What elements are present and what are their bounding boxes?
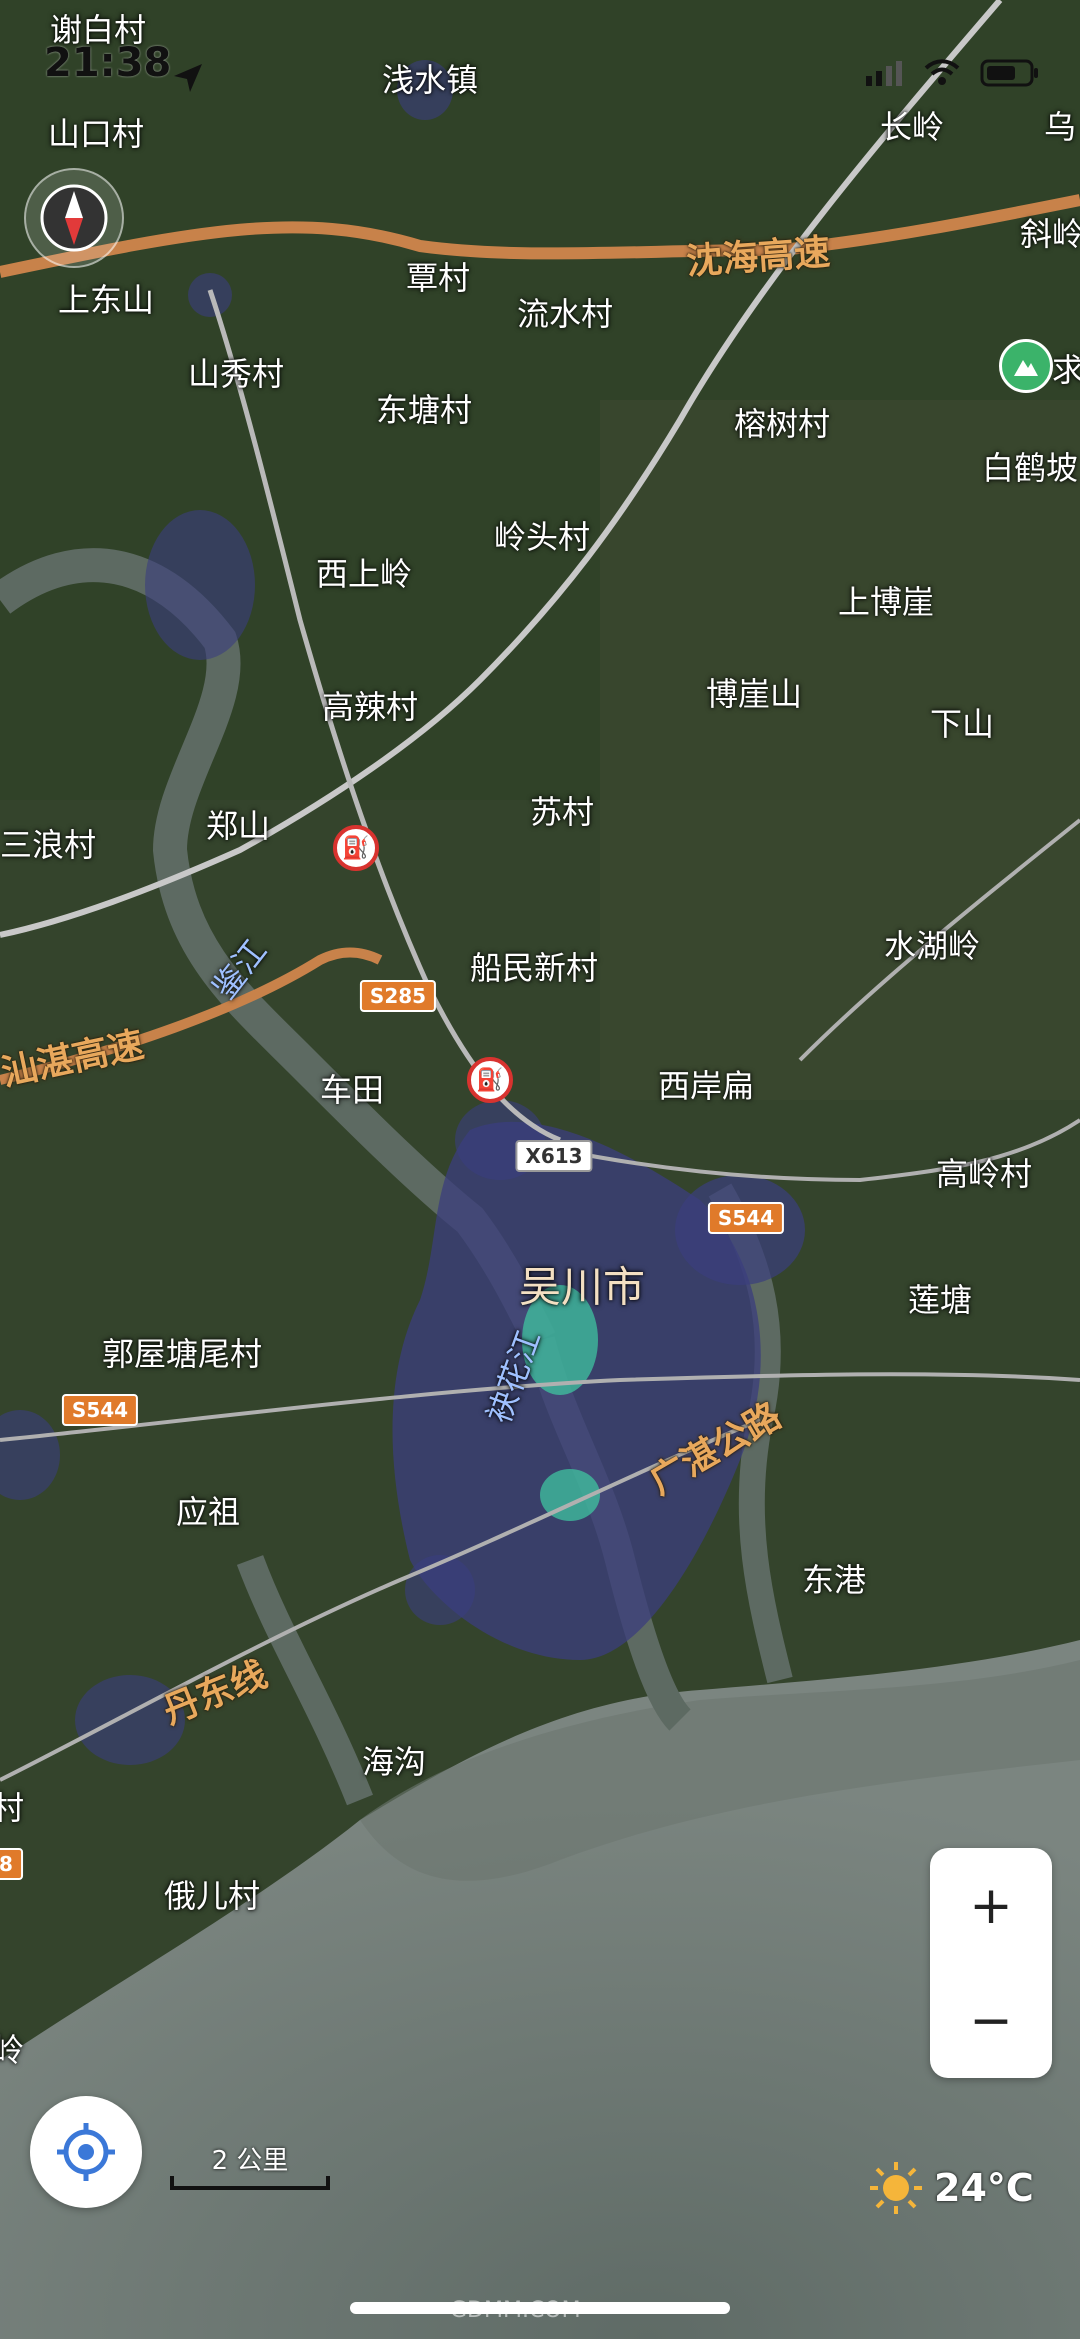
zoom-control: + − (930, 1848, 1052, 2078)
place-label[interactable]: 长岭 (880, 102, 944, 148)
place-label[interactable]: 上博崖 (838, 577, 934, 623)
route-shield[interactable]: S544 (61, 1394, 139, 1426)
battery-icon (980, 59, 1038, 87)
crosshair-icon (57, 2123, 115, 2181)
route-shield[interactable]: 8 (0, 1848, 23, 1880)
place-label[interactable]: 白鹤坡 (982, 443, 1078, 489)
watermark: GDMM.COM (450, 2298, 581, 2323)
gas-station-icon: ⛽ (476, 1067, 504, 1093)
place-label[interactable]: 高辣村 (322, 682, 418, 728)
place-label[interactable]: 上东山 (58, 275, 154, 321)
signal-icon (866, 61, 902, 86)
place-label[interactable]: 西上岭 (316, 549, 412, 595)
place-label[interactable]: 覃村 (406, 253, 470, 299)
place-label[interactable]: 三浪村 (0, 820, 96, 866)
place-label[interactable]: 车田 (320, 1065, 384, 1111)
road-label[interactable]: 沈海高速 (684, 223, 832, 285)
place-label[interactable]: 下山 (930, 699, 994, 745)
place-label[interactable]: 苏村 (530, 787, 594, 833)
place-label[interactable]: 水湖岭 (884, 921, 980, 967)
place-label[interactable]: 莲塘 (908, 1275, 972, 1321)
place-label[interactable]: 谢白村 (50, 5, 146, 51)
place-label[interactable]: 榕树村 (734, 399, 830, 445)
place-label[interactable]: 流水村 (517, 289, 613, 335)
place-label[interactable]: 山秀村 (188, 349, 284, 395)
place-label[interactable]: 东塘村 (376, 385, 472, 431)
locate-button[interactable] (30, 2096, 142, 2208)
status-icons (864, 58, 1040, 88)
compass-icon (40, 184, 108, 252)
place-label[interactable]: 俄儿村 (164, 1871, 260, 1917)
scale-label: 2 公里 (211, 2146, 289, 2176)
location-arrow-icon (174, 64, 202, 92)
wifi-icon (924, 59, 960, 85)
zoom-out-button[interactable]: − (930, 1963, 1052, 2078)
place-label[interactable]: 应祖 (176, 1487, 240, 1533)
place-label[interactable]: 海沟 (362, 1737, 426, 1783)
weather-widget[interactable]: 24°C (868, 2160, 1034, 2216)
place-label[interactable]: 东港 (802, 1555, 866, 1601)
place-label[interactable]: 岭头村 (494, 512, 590, 558)
place-label[interactable]: 山口村 (48, 109, 144, 155)
gas-station-pin[interactable]: ⛽ (333, 825, 379, 871)
gas-station-icon: ⛽ (342, 835, 370, 861)
place-label[interactable]: 村 (0, 1783, 24, 1829)
compass-button[interactable] (24, 168, 124, 268)
route-shield[interactable]: X613 (515, 1140, 593, 1172)
temperature-label: 24°C (934, 2166, 1034, 2210)
gas-station-pin[interactable]: ⛽ (467, 1057, 513, 1103)
city-label[interactable]: 吴川市 (519, 1254, 645, 1315)
map-scale: 2 公里 (170, 2140, 330, 2196)
place-label[interactable]: 浅水镇 (382, 55, 478, 101)
mountain-icon (1014, 360, 1038, 376)
zoom-in-button[interactable]: + (930, 1848, 1052, 1963)
place-label[interactable]: 乌 (1044, 102, 1076, 148)
route-shield[interactable]: S285 (359, 980, 437, 1012)
route-shield[interactable]: S544 (707, 1202, 785, 1234)
place-label[interactable]: 郭屋塘尾村 (102, 1329, 262, 1375)
place-label[interactable]: 求 (1052, 345, 1080, 391)
place-label[interactable]: 西岸扁 (658, 1061, 754, 1107)
place-label[interactable]: 船民新村 (470, 943, 598, 989)
place-label[interactable]: 斜岭 (1020, 209, 1080, 255)
scenic-spot-pin[interactable] (999, 339, 1053, 393)
scale-bar (170, 2176, 330, 2190)
place-label[interactable]: 岭 (0, 2025, 24, 2071)
place-label[interactable]: 博崖山 (706, 669, 802, 715)
sun-icon (870, 2162, 922, 2214)
place-label[interactable]: 高岭村 (936, 1149, 1032, 1195)
place-label[interactable]: 郑山 (206, 801, 270, 847)
